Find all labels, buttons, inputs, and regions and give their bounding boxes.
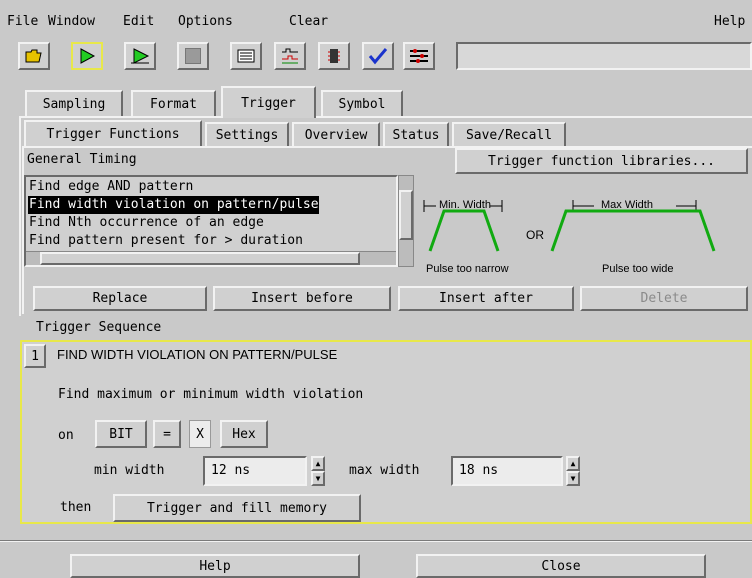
open-folder-icon[interactable] xyxy=(18,42,50,70)
menu-edit[interactable]: Edit xyxy=(123,14,154,29)
help-button[interactable]: Help xyxy=(70,554,360,578)
list-item[interactable]: Find pattern present for > duration xyxy=(28,232,303,250)
then-label: then xyxy=(60,500,92,515)
list-item[interactable]: Find Nth occurrence of an edge xyxy=(28,214,264,232)
or-label: OR xyxy=(526,228,544,242)
vertical-scroll-thumb[interactable] xyxy=(399,190,413,240)
menu-help[interactable]: Help xyxy=(714,14,745,29)
on-label: on xyxy=(58,428,74,443)
menu-bar: File Window Edit Options Clear Help xyxy=(0,0,752,36)
equals-button[interactable]: = xyxy=(153,420,181,448)
tab-sampling[interactable]: Sampling xyxy=(25,90,123,116)
horizontal-scrollbar[interactable] xyxy=(26,251,396,265)
vertical-scrollbar[interactable] xyxy=(398,175,414,267)
pulse-diagram-svg xyxy=(423,200,716,252)
hex-button[interactable]: Hex xyxy=(220,420,268,448)
max-width-value: 18 ns xyxy=(459,463,499,478)
max-width-label: Max Width xyxy=(601,199,653,211)
stop-icon[interactable] xyxy=(177,42,209,70)
trigger-sequence-label: Trigger Sequence xyxy=(36,320,162,335)
replace-button[interactable]: Replace xyxy=(33,286,207,311)
menu-options[interactable]: Options xyxy=(178,14,233,29)
pulse-too-wide-label: Pulse too wide xyxy=(602,263,674,275)
pattern-value-field[interactable]: X xyxy=(189,420,211,448)
min-width-up-icon[interactable]: ▲ xyxy=(311,456,325,471)
max-width-field[interactable]: 18 ns xyxy=(451,456,563,486)
min-width-down-icon[interactable]: ▼ xyxy=(311,471,325,486)
function-list[interactable]: Find edge AND pattern Find width violati… xyxy=(24,175,398,267)
max-width-up-icon[interactable]: ▲ xyxy=(566,456,580,471)
min-width-field[interactable]: 12 ns xyxy=(203,456,307,486)
run-repetitive-icon[interactable] xyxy=(124,42,156,70)
tab-format[interactable]: Format xyxy=(131,90,216,116)
trigger-action-button[interactable]: Trigger and fill memory xyxy=(113,494,361,522)
pulse-too-narrow-label: Pulse too narrow xyxy=(426,263,509,275)
category-label: General Timing xyxy=(27,152,137,167)
close-button[interactable]: Close xyxy=(416,554,706,578)
chip-icon[interactable] xyxy=(318,42,350,70)
menu-window[interactable]: Window xyxy=(48,14,95,29)
min-width-stepper[interactable]: ▲ ▼ xyxy=(311,456,325,486)
pulse-diagram: Min. Width Max Width OR Pulse too narrow… xyxy=(418,179,748,275)
tab-status[interactable]: Status xyxy=(383,122,449,146)
tab-symbol[interactable]: Symbol xyxy=(321,90,403,116)
insert-before-button[interactable]: Insert before xyxy=(213,286,391,311)
check-icon[interactable] xyxy=(362,42,394,70)
min-width-label: min width xyxy=(94,463,165,478)
step-description: Find maximum or minimum width violation xyxy=(58,387,364,402)
listing-icon[interactable] xyxy=(230,42,262,70)
list-item-selected[interactable]: Find width violation on pattern/pulse xyxy=(28,196,319,214)
min-width-label: Min. Width xyxy=(439,199,491,211)
menu-file[interactable]: File xyxy=(7,14,38,29)
status-field xyxy=(456,42,752,70)
bit-button[interactable]: BIT xyxy=(95,420,147,448)
separator xyxy=(0,540,752,542)
horizontal-scroll-thumb[interactable] xyxy=(40,252,360,265)
min-width-value: 12 ns xyxy=(211,463,251,478)
list-item[interactable]: Find edge AND pattern xyxy=(28,178,193,196)
delete-button[interactable]: Delete xyxy=(580,286,748,311)
max-width-down-icon[interactable]: ▼ xyxy=(566,471,580,486)
max-width-stepper[interactable]: ▲ ▼ xyxy=(566,456,580,486)
insert-after-button[interactable]: Insert after xyxy=(398,286,574,311)
waveform-icon[interactable] xyxy=(274,42,306,70)
step-number-button[interactable]: 1 xyxy=(24,344,46,368)
tab-settings[interactable]: Settings xyxy=(205,122,289,146)
tab-trigger[interactable]: Trigger xyxy=(221,86,316,118)
step-title: FIND WIDTH VIOLATION ON PATTERN/PULSE xyxy=(57,347,338,362)
tab-trigger-functions[interactable]: Trigger Functions xyxy=(24,120,202,146)
trigger-function-libraries-button[interactable]: Trigger function libraries... xyxy=(455,148,748,174)
tab-overview[interactable]: Overview xyxy=(292,122,380,146)
max-width-label: max width xyxy=(349,463,420,478)
tab-save-recall[interactable]: Save/Recall xyxy=(452,122,566,146)
menu-clear[interactable]: Clear xyxy=(289,14,328,29)
run-icon[interactable] xyxy=(71,42,103,70)
setup-icon[interactable] xyxy=(403,42,435,70)
